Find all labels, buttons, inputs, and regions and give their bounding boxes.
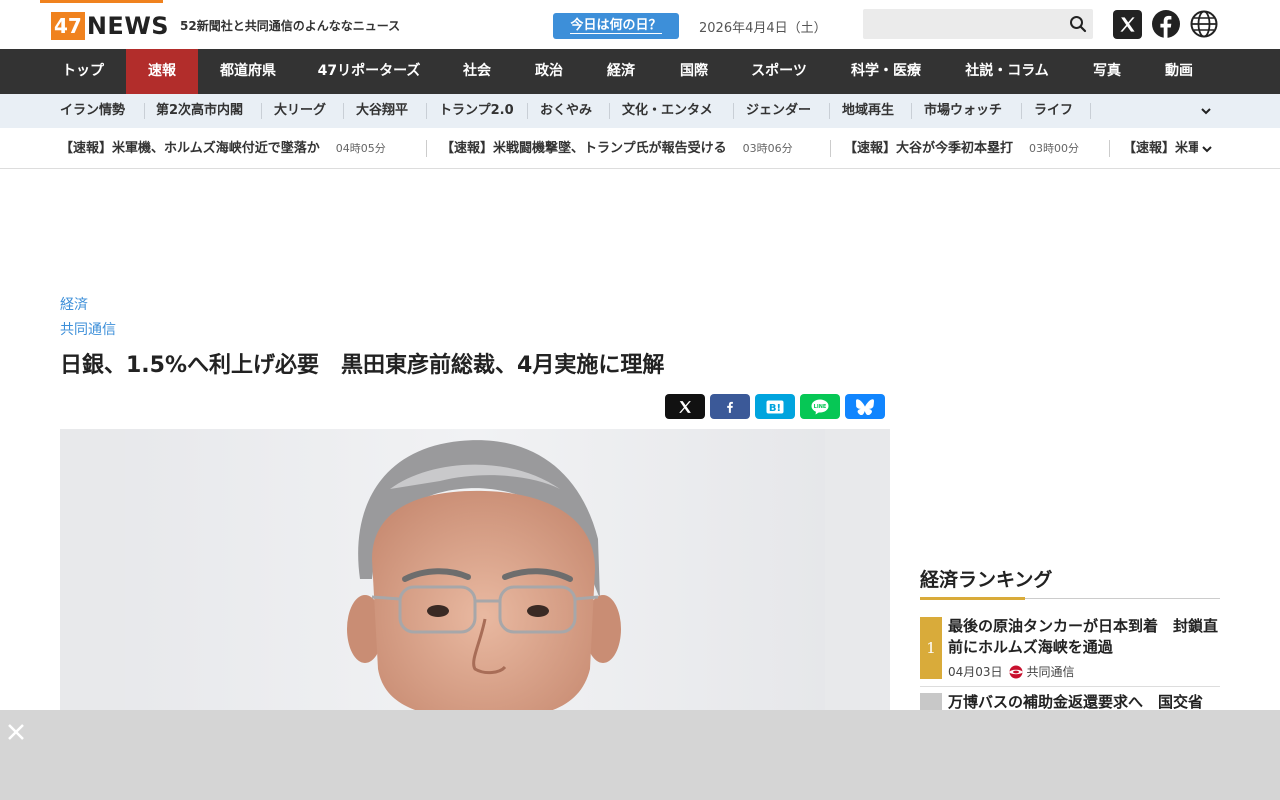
topic-obituaries[interactable]: おくやみ <box>540 94 592 128</box>
chevron-down-icon[interactable] <box>1200 142 1214 156</box>
article-photo[interactable] <box>60 429 890 710</box>
topic-culture[interactable]: 文化・エンタメ <box>622 94 713 128</box>
ranking-item-source: 共同通信 <box>1026 665 1075 679</box>
nav-item-videos[interactable]: 動画 <box>1144 49 1214 94</box>
nav-item-sports[interactable]: スポーツ <box>730 49 828 94</box>
ticker-item[interactable]: 【速報】米軍 <box>1123 128 1198 168</box>
x-share-icon <box>679 400 691 413</box>
topic-trump[interactable]: トランプ2.0 <box>439 94 514 128</box>
topic-divider <box>144 103 145 119</box>
topic-iran[interactable]: イラン情勢 <box>60 94 125 128</box>
close-icon[interactable] <box>6 722 26 742</box>
share-hatena-button[interactable]: B! <box>755 394 795 419</box>
logo-accent-bar <box>40 0 163 3</box>
globe-icon[interactable] <box>1190 10 1218 38</box>
chevron-down-icon[interactable] <box>1199 104 1213 118</box>
share-facebook-button[interactable] <box>710 394 750 419</box>
topic-takaichi-cabinet[interactable]: 第2次高市内閣 <box>156 94 243 128</box>
ticker-headline: 【速報】米軍機、ホルムズ海峡付近で墜落か <box>60 141 320 156</box>
ticker-item[interactable]: 【速報】米戦闘機撃墜、トランプ氏が報告受ける 03時06分 <box>441 128 793 168</box>
topic-divider <box>426 103 427 119</box>
topic-divider <box>1090 103 1091 119</box>
kyodo-logo-icon <box>1009 665 1023 678</box>
facebook-share-icon <box>727 401 733 413</box>
logo-text: NEWS <box>86 12 170 40</box>
share-bluesky-button[interactable] <box>845 394 885 419</box>
article-title: 日銀、1.5%へ利上げ必要 黒田東彦前総裁、4月実施に理解 <box>60 353 665 378</box>
ticker-item[interactable]: 【速報】米軍機、ホルムズ海峡付近で墜落か 04時05分 <box>60 128 386 168</box>
article-category-link[interactable]: 経済 <box>60 294 88 314</box>
topic-life[interactable]: ライフ <box>1034 94 1073 128</box>
today-in-history-label: 今日は何の日？ <box>570 18 662 34</box>
nav-item-prefectures[interactable]: 都道府県 <box>198 49 298 94</box>
topic-divider <box>343 103 344 119</box>
ranking-item-meta: 04月03日 共同通信 <box>948 663 1075 680</box>
topic-market[interactable]: 市場ウォッチ <box>924 94 1002 128</box>
topic-divider <box>911 103 912 119</box>
site-tagline: 52新聞社と共同通信のよんななニュース <box>180 19 401 33</box>
nav-item-science-medical[interactable]: 科学・医療 <box>828 49 944 94</box>
facebook-icon[interactable] <box>1152 10 1180 38</box>
ticker-divider <box>426 140 427 157</box>
nav-item-society[interactable]: 社会 <box>440 49 514 94</box>
ranking-item-date: 04月03日 <box>948 665 1003 679</box>
site-header: 47 NEWS 52新聞社と共同通信のよんななニュース 今日は何の日？ 2026… <box>0 0 1280 49</box>
nav-item-47reporters[interactable]: 47リポーターズ <box>298 49 440 94</box>
nav-item-editorial-column[interactable]: 社説・コラム <box>944 49 1070 94</box>
portrait-image <box>60 429 890 710</box>
hatena-share-icon: B! <box>766 400 784 414</box>
ranking-title: 経済ランキング <box>920 569 1053 591</box>
site-logo[interactable]: 47 NEWS <box>51 12 169 40</box>
topic-divider <box>527 103 528 119</box>
current-date: 2026年4月4日（土） <box>699 21 827 36</box>
ticker-time: 03時00分 <box>1029 142 1080 155</box>
nav-item-politics[interactable]: 政治 <box>514 49 584 94</box>
share-x-button[interactable] <box>665 394 705 419</box>
nav-item-top[interactable]: トップ <box>40 49 126 94</box>
search-input[interactable] <box>863 9 1093 39</box>
today-in-history-button[interactable]: 今日は何の日？ <box>553 13 679 39</box>
ranking-item-title[interactable]: 最後の原油タンカーが日本到着 封鎖直前にホルムズ海峡を通過 <box>948 616 1218 658</box>
ranking-underline-accent <box>920 597 1025 600</box>
topic-divider <box>261 103 262 119</box>
ticker-headline: 【速報】大谷が今季初本塁打 <box>844 141 1014 156</box>
nav-item-international[interactable]: 国際 <box>658 49 730 94</box>
ticker-item[interactable]: 【速報】大谷が今季初本塁打 03時00分 <box>844 128 1080 168</box>
topic-mlb[interactable]: 大リーグ <box>274 94 326 128</box>
rank-number: 1 <box>920 617 942 679</box>
logo-number: 47 <box>51 12 85 40</box>
ticker-track: 【速報】米軍機、ホルムズ海峡付近で墜落か 04時05分 【速報】米戦闘機撃墜、トラ… <box>60 128 1198 168</box>
article-source-link[interactable]: 共同通信 <box>60 319 116 339</box>
topic-divider <box>1021 103 1022 119</box>
line-share-icon: LINE <box>811 399 829 414</box>
topic-regional[interactable]: 地域再生 <box>842 94 894 128</box>
topic-divider <box>829 103 830 119</box>
topic-ohtani[interactable]: 大谷翔平 <box>356 94 408 128</box>
topic-gender[interactable]: ジェンダー <box>746 94 811 128</box>
main-navigation: トップ 速報 都道府県 47リポーターズ 社会 政治 経済 国際 スポーツ 科学… <box>0 49 1280 94</box>
topic-divider <box>609 103 610 119</box>
nav-item-economy[interactable]: 経済 <box>584 49 658 94</box>
nav-item-breaking[interactable]: 速報 <box>126 49 198 94</box>
topic-navigation: イラン情勢 第2次高市内閣 大リーグ 大谷翔平 トランプ2.0 おくやみ 文化・… <box>0 94 1280 128</box>
ticker-divider <box>830 140 831 157</box>
ticker-time: 03時06分 <box>742 142 793 155</box>
x-icon[interactable] <box>1113 10 1142 39</box>
breaking-news-ticker: 【速報】米軍機、ホルムズ海峡付近で墜落か 04時05分 【速報】米戦闘機撃墜、トラ… <box>0 128 1280 169</box>
line-label: LINE <box>814 404 827 410</box>
search-icon[interactable] <box>1069 15 1087 33</box>
share-line-button[interactable]: LINE <box>800 394 840 419</box>
nav-item-photos[interactable]: 写真 <box>1070 49 1144 94</box>
ranking-divider <box>920 686 1220 687</box>
bluesky-share-icon <box>856 398 874 415</box>
ticker-headline: 【速報】米戦闘機撃墜、トランプ氏が報告受ける <box>441 141 727 156</box>
hatena-label: B! <box>769 403 781 414</box>
ticker-divider <box>1109 140 1110 157</box>
ticker-headline: 【速報】米軍 <box>1123 141 1198 156</box>
ticker-time: 04時05分 <box>335 142 386 155</box>
bottom-ad-overlay <box>0 710 1280 800</box>
topic-divider <box>733 103 734 119</box>
